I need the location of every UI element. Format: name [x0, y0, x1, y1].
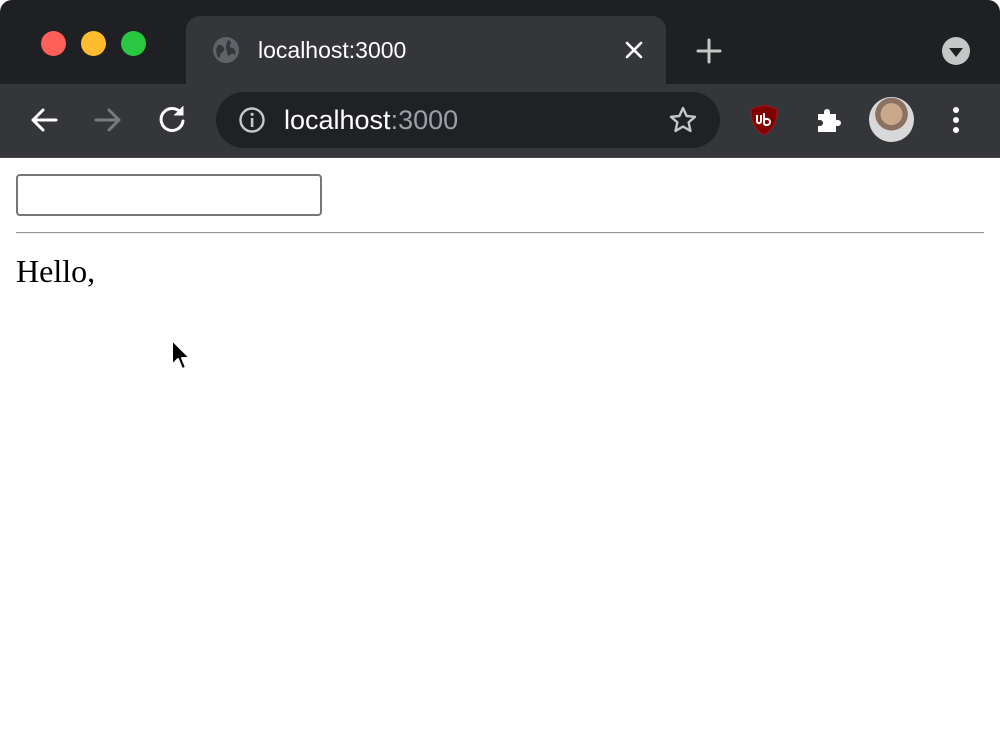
close-icon[interactable] — [622, 38, 646, 62]
plus-icon[interactable] — [694, 36, 724, 66]
name-input[interactable] — [16, 174, 322, 216]
minimize-window-button[interactable] — [81, 31, 106, 56]
maximize-window-button[interactable] — [121, 31, 146, 56]
close-window-button[interactable] — [41, 31, 66, 56]
url-host: localhost — [284, 105, 391, 135]
globe-icon — [213, 37, 239, 63]
reload-icon[interactable] — [154, 102, 190, 138]
puzzle-icon[interactable] — [810, 102, 846, 138]
arrow-left-icon[interactable] — [26, 102, 62, 138]
tab-localhost[interactable]: localhost:3000 — [186, 16, 666, 84]
address-bar[interactable]: localhost:3000 — [216, 92, 720, 148]
star-icon[interactable] — [668, 105, 698, 135]
arrow-right-icon[interactable] — [90, 102, 126, 138]
avatar[interactable] — [869, 97, 914, 142]
toolbar: localhost:3000 — [0, 84, 1000, 157]
browser-window: localhost:3000 localhost:3000 Hello, — [0, 0, 1000, 750]
info-icon[interactable] — [238, 106, 266, 134]
page-content: Hello, — [0, 158, 1000, 750]
ublock-shield-icon[interactable] — [746, 102, 782, 138]
mouse-cursor-icon — [171, 339, 191, 370]
chevron-down-circle-icon[interactable] — [941, 36, 971, 66]
tab-title: localhost:3000 — [258, 37, 407, 63]
kebab-menu-icon[interactable] — [938, 102, 974, 138]
url-port: :3000 — [390, 105, 459, 135]
greeting-text: Hello, — [16, 253, 96, 289]
url-text: localhost:3000 — [284, 104, 458, 136]
tab-strip: localhost:3000 — [0, 0, 1000, 84]
horizontal-rule — [16, 232, 984, 234]
